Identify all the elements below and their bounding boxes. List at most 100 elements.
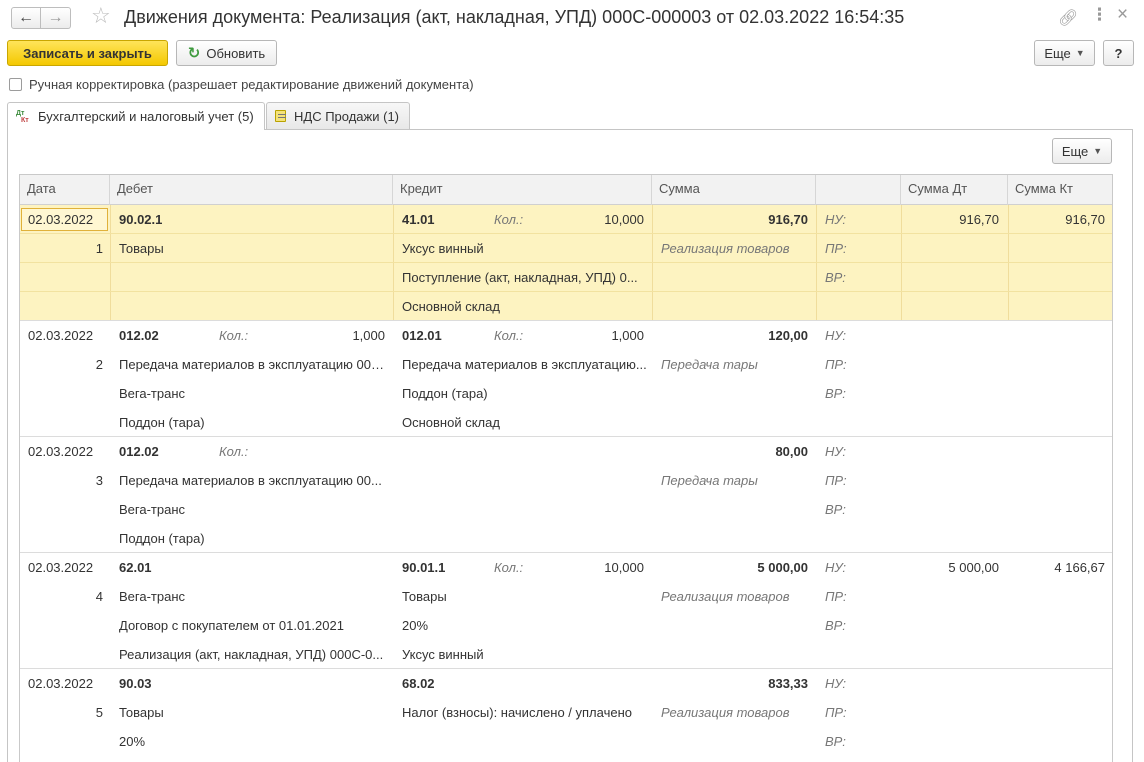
row-content: Реализация товаров [661,241,790,256]
debit-subconto: Вега-транс [119,386,186,401]
credit-account: 012.01 [402,328,442,343]
tab-accounting[interactable]: Дт Кт Бухгалтерский и налоговый учет (5) [7,102,265,130]
refresh-button[interactable]: ↻ Обновить [176,40,277,66]
grid-more-label: Еще [1061,143,1089,159]
row-sum-kt [1015,437,1105,466]
col-debit[interactable]: Дебет [110,175,393,205]
row-sum: 833,33 [768,676,808,691]
credit-qty-label: Кол.: [494,328,524,343]
credit-subconto [402,524,647,553]
table-row[interactable]: 02.03.2022 012.02 Кол.: 1,000 012.01 Кол.: 1,0… [20,321,1112,437]
credit-subconto: 20% [402,618,429,633]
arrow-right-icon: → [47,9,64,26]
col-accounting-type[interactable] [816,175,901,205]
row-sum-dt: 5 000,00 [948,560,999,575]
grid-more-button[interactable]: Еще ▼ [1052,138,1112,164]
table-row[interactable]: 02.03.2022 62.01 90.01.1 Кол.: 10,000 5 000,0… [20,553,1112,669]
row-content: Передача тары [661,357,758,372]
row-content: Реализация товаров [661,589,790,604]
help-button[interactable]: ? [1103,40,1134,66]
accounting-type-pr: ПР: [825,589,847,604]
col-date[interactable]: Дата [20,175,110,205]
accounting-type-vr: ВР: [825,386,846,401]
accounting-type-nu: НУ: [825,560,847,575]
debit-subconto: Передача материалов в эксплуатацию 00... [119,473,382,488]
accounting-type-pr: ПР: [825,357,847,372]
debit-account: 012.02 [119,328,159,343]
save-and-close-button[interactable]: Записать и закрыть [7,40,168,66]
more-menu-button[interactable]: Еще ▼ [1034,40,1095,66]
debit-subconto: Поддон (тара) [119,415,205,430]
debit-subconto: Вега-транс [119,502,186,517]
debit-subconto: Реализация (акт, накладная, УПД) 000С-0.… [119,647,384,662]
link-icon[interactable]: 🔗︎ [1058,8,1078,28]
row-line: ВР: Вега-транс Поддон (тара) [20,379,1112,408]
accounting-type-vr: ВР: [825,618,846,633]
debit-account: 62.01 [119,560,152,575]
row-number: 5 [95,705,103,720]
favorite-star-icon[interactable]: ☆ [91,5,111,27]
more-vertical-icon[interactable]: ⋮ [1091,6,1108,23]
accounting-type-nu: НУ: [825,676,847,691]
dt-kt-icon: Дт Кт [16,109,29,124]
credit-subconto [402,495,647,524]
row-date: 02.03.2022 [28,212,94,227]
debit-subconto: Вега-транс [119,589,186,604]
row-sum: 916,70 [768,212,808,227]
row-number: 3 [95,473,103,488]
col-sum-dt[interactable]: Сумма Дт [901,175,1008,205]
postings-grid[interactable]: Дата Дебет Кредит Сумма Сумма Дт Сумма К… [19,174,1113,762]
table-row[interactable]: 02.03.2022 90.02.1 41.01 Кол.: 10,000 916,70 Н… [20,205,1112,321]
accounting-type-vr: ВР: [825,270,846,285]
debit-subconto: Договор с покупателем от 01.01.2021 [119,618,344,633]
debit-qty: 1,000 [352,328,385,343]
manual-edit-row[interactable]: Ручная корректировка (разрешает редактир… [9,77,474,92]
credit-qty-label: Кол.: [494,212,524,227]
credit-subconto: Поддон (тара) [402,386,488,401]
row-line: 02.03.2022 90.02.1 41.01 Кол.: 10,000 916,70 Н… [20,205,1112,234]
row-line: Поддон (тара) Основной склад [20,408,1112,437]
credit-subconto [402,466,647,495]
row-sum-kt [1015,669,1105,698]
accounting-type-nu: НУ: [825,212,847,227]
accounting-type-pr: ПР: [825,473,847,488]
row-sum-dt [910,437,999,466]
row-line: Реализация (акт, накладная, УПД) 000С-0.… [20,640,1112,669]
table-row[interactable]: 02.03.2022 90.03 68.02 833,33 НУ: 5 Реализация… [20,669,1112,762]
col-sum-kt[interactable]: Сумма Кт [1008,175,1112,205]
row-line: ВР: Договор с покупателем от 01.01.2021 20… [20,611,1112,640]
credit-qty-label [494,437,554,466]
row-line: Поддон (тара) [20,524,1112,553]
credit-subconto: Передача материалов в эксплуатацию... [402,357,647,372]
chevron-down-icon: ▼ [1093,146,1103,156]
row-number: 1 [95,241,103,256]
table-row[interactable]: 02.03.2022 012.02 Кол.: 80,00 НУ: 3 Передача т… [20,437,1112,553]
credit-subconto: Уксус винный [402,647,484,662]
credit-account [402,437,492,466]
close-icon[interactable]: × [1117,5,1128,24]
tab-vat-sales-label: НДС Продажи (1) [294,108,399,124]
row-line: ВР: 20% [20,727,1112,756]
debit-account: 90.03 [119,676,152,691]
accounting-type-nu: НУ: [825,444,847,459]
back-button[interactable]: ← [11,7,41,29]
row-line: 02.03.2022 012.02 Кол.: 1,000 012.01 Кол.: 1,0… [20,321,1112,350]
col-credit[interactable]: Кредит [393,175,652,205]
row-line: ВР: Вега-транс [20,495,1112,524]
more-label: Еще [1044,45,1071,61]
debit-account: 012.02 [119,444,159,459]
row-sum-kt: 4 166,67 [1054,560,1105,575]
row-line: ВР: Поступление (акт, накладная, УПД) 0..… [20,263,1112,292]
credit-qty: 10,000 [604,560,644,575]
row-sum-dt [910,321,999,350]
chevron-down-icon: ▼ [1075,48,1085,58]
credit-account: 68.02 [402,676,435,691]
credit-subconto [402,727,647,756]
credit-subconto: Основной склад [402,299,500,314]
forward-button[interactable]: → [41,7,71,29]
manual-edit-checkbox[interactable] [9,78,22,91]
row-content: Реализация товаров [661,705,790,720]
col-sum[interactable]: Сумма [652,175,816,205]
tab-vat-sales[interactable]: НДС Продажи (1) [266,102,410,129]
row-line [20,756,1112,762]
